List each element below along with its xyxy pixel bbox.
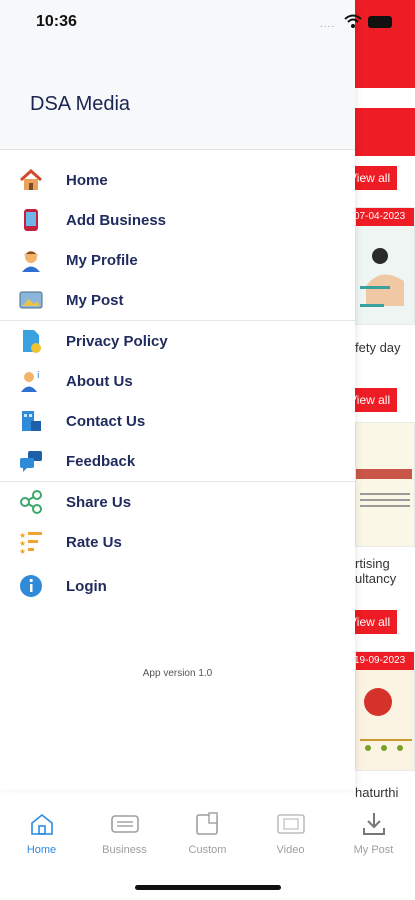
view-all-button[interactable]: View all [355, 388, 397, 412]
menu-item-my-post[interactable]: My Post [0, 280, 355, 320]
document-icon [18, 328, 44, 354]
menu-item-label: Contact Us [66, 412, 146, 430]
card-date: 19-09-2023 [356, 652, 414, 670]
chat-bubbles-icon [18, 448, 44, 474]
menu-item-share-us[interactable]: Share Us [0, 482, 355, 522]
safety-illustration-icon [356, 226, 414, 324]
svg-text:i: i [37, 371, 40, 381]
bottom-tab-bar: Home Business Custom Video My Post [0, 810, 415, 870]
card-caption: rtising [355, 556, 390, 571]
svg-text:★: ★ [19, 547, 26, 554]
menu-item-label: Rate Us [66, 533, 122, 551]
business-card-icon [110, 810, 139, 838]
menu-item-label: My Post [66, 291, 124, 309]
menu-item-feedback[interactable]: Feedback [0, 441, 355, 481]
view-all-button[interactable]: View all [355, 166, 397, 190]
post-card[interactable]: 07-04-2023 [355, 207, 415, 325]
menu-item-my-profile[interactable]: My Profile [0, 240, 355, 280]
tab-my-post[interactable]: My Post [332, 810, 415, 870]
menu-item-label: Privacy Policy [66, 332, 168, 350]
tab-label: Home [26, 844, 57, 856]
card-caption: ultancy [355, 571, 397, 586]
menu-item-label: Add Business [66, 211, 167, 229]
photo-icon [18, 287, 44, 313]
post-card[interactable]: 19-09-2023 [355, 651, 415, 771]
drawer-menu: Home Add Business My Profile My Post Pri… [0, 160, 355, 606]
home-indicator[interactable] [135, 885, 281, 890]
menu-item-about-us[interactable]: i About Us [0, 361, 355, 401]
video-icon [276, 810, 305, 838]
menu-item-rate-us[interactable]: ★ ★ ★ Rate Us [0, 522, 355, 562]
card-date: 07-04-2023 [356, 208, 414, 226]
menu-item-add-business[interactable]: Add Business [0, 200, 355, 240]
menu-item-privacy-policy[interactable]: Privacy Policy [0, 321, 355, 361]
advertising-illustration-icon [356, 423, 414, 546]
menu-item-label: Share Us [66, 493, 132, 511]
contact-building-icon [18, 408, 44, 434]
login-info-icon [18, 573, 44, 599]
ganesh-illustration-icon [356, 670, 414, 770]
share-icon [18, 489, 44, 515]
card-caption: fety day [355, 340, 401, 355]
wifi-icon [344, 14, 362, 28]
status-bar: 10:36 .... [0, 0, 392, 48]
house-icon [18, 167, 44, 193]
signal-dots-icon: .... [320, 19, 336, 30]
rating-stars-icon: ★ ★ ★ [18, 529, 44, 555]
tab-video[interactable]: Video [249, 810, 332, 870]
tab-home[interactable]: Home [0, 810, 83, 870]
tab-business[interactable]: Business [83, 810, 166, 870]
tab-label: My Post [353, 844, 394, 856]
menu-item-label: Feedback [66, 452, 136, 470]
menu-item-label: Login [66, 577, 107, 595]
tab-label: Business [102, 844, 147, 856]
menu-item-label: Home [66, 171, 108, 189]
battery-icon [368, 16, 392, 28]
person-info-icon: i [18, 368, 44, 394]
status-time: 10:36 [36, 13, 77, 30]
tab-label: Custom [188, 844, 227, 856]
download-icon [361, 810, 387, 838]
navigation-drawer: DSA Media Home Add Business My Profile M… [0, 0, 355, 790]
menu-item-login[interactable]: Login [0, 566, 355, 606]
app-title: DSA Media [30, 93, 131, 115]
tab-label: Video [276, 844, 305, 856]
menu-item-label: About Us [66, 372, 133, 390]
menu-item-contact-us[interactable]: Contact Us [0, 401, 355, 441]
phone-icon [18, 207, 44, 233]
card-caption: haturthi [355, 785, 399, 800]
custom-frame-icon [195, 810, 221, 838]
banner-block [355, 108, 415, 156]
person-icon [18, 247, 44, 273]
banner-block [355, 0, 415, 88]
background-content: View all 07-04-2023 fety day View all rt… [355, 0, 415, 900]
post-card[interactable] [355, 422, 415, 547]
menu-item-home[interactable]: Home [0, 160, 355, 200]
app-version: App version 1.0 [142, 668, 213, 679]
menu-item-label: My Profile [66, 251, 138, 269]
home-icon [29, 810, 55, 838]
view-all-button[interactable]: View all [355, 610, 397, 634]
tab-custom[interactable]: Custom [166, 810, 249, 870]
